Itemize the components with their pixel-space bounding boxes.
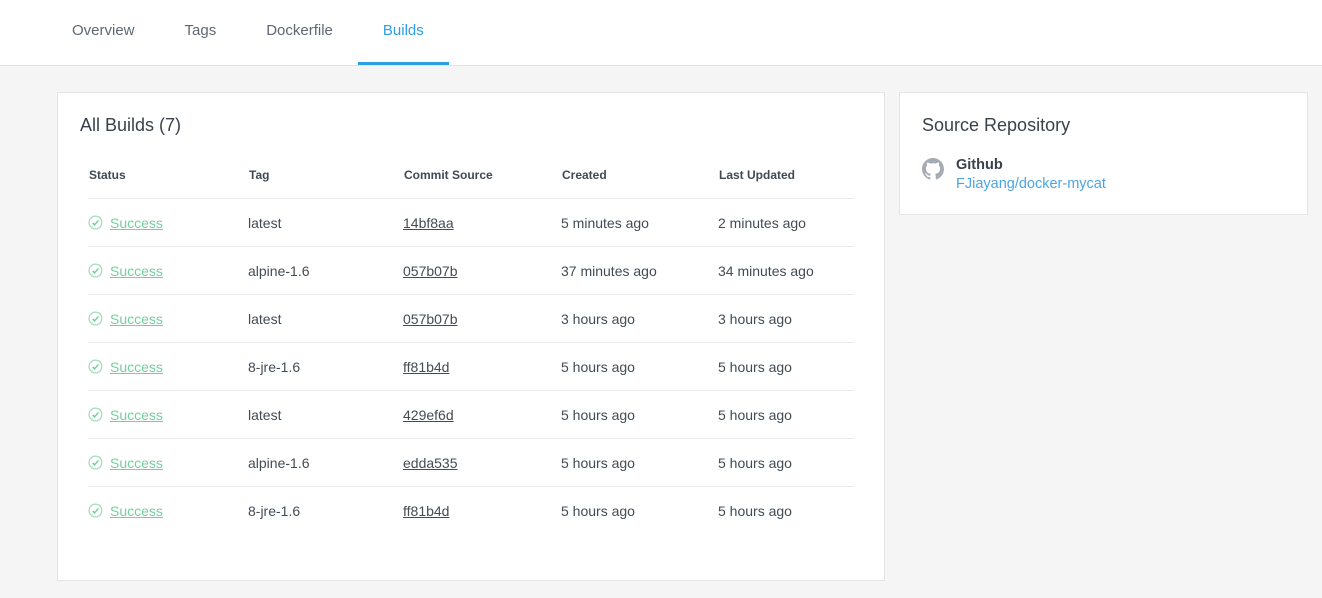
- column-header-status: Status: [88, 168, 248, 199]
- build-tag: alpine-1.6: [248, 246, 403, 295]
- tab-overview[interactable]: Overview: [47, 0, 160, 65]
- repo-info: Github FJiayang/docker-mycat: [956, 157, 1106, 192]
- build-tag: latest: [248, 294, 403, 343]
- commit-link[interactable]: 057b07b: [403, 311, 458, 327]
- table-row: Success latest 429ef6d 5 hours ago 5 hou…: [88, 390, 854, 439]
- column-header-tag: Tag: [248, 168, 403, 199]
- column-header-commit: Commit Source: [403, 168, 561, 199]
- repo-row: Github FJiayang/docker-mycat: [922, 157, 1285, 192]
- build-status-link[interactable]: Success: [110, 503, 163, 519]
- check-circle-icon: [88, 407, 103, 422]
- build-status-link[interactable]: Success: [110, 359, 163, 375]
- build-status-link[interactable]: Success: [110, 455, 163, 471]
- tab-dockerfile[interactable]: Dockerfile: [241, 0, 358, 65]
- commit-link[interactable]: ff81b4d: [403, 503, 449, 519]
- table-row: Success alpine-1.6 057b07b 37 minutes ag…: [88, 246, 854, 295]
- build-status-link[interactable]: Success: [110, 215, 163, 231]
- build-tag: 8-jre-1.6: [248, 502, 301, 519]
- check-circle-icon: [88, 503, 103, 518]
- build-updated: 5 hours ago: [718, 502, 792, 519]
- build-updated: 5 hours ago: [718, 342, 854, 391]
- build-created: 5 hours ago: [561, 342, 718, 391]
- build-updated: 3 hours ago: [718, 294, 854, 343]
- source-repository-title: Source Repository: [922, 115, 1071, 135]
- check-circle-icon: [88, 215, 103, 230]
- check-circle-icon: [88, 455, 103, 470]
- build-status-link[interactable]: Success: [110, 263, 163, 279]
- check-circle-icon: [88, 263, 103, 278]
- build-updated: 5 hours ago: [718, 390, 854, 439]
- commit-link[interactable]: 429ef6d: [403, 407, 454, 423]
- build-created: 5 hours ago: [561, 502, 635, 519]
- build-created: 3 hours ago: [561, 294, 718, 343]
- table-row: Success 8-jre-1.6 ff81b4d 5 hours ago 5 …: [88, 487, 854, 535]
- repo-provider-label: Github: [956, 157, 1003, 173]
- build-status-link[interactable]: Success: [110, 407, 163, 423]
- source-repository-panel: Source Repository Github FJiayang/docker…: [899, 92, 1308, 215]
- build-created: 5 minutes ago: [561, 198, 718, 247]
- page-content: All Builds (7) Status Tag Commit Source …: [0, 66, 1322, 581]
- build-created: 5 hours ago: [561, 390, 718, 439]
- build-tag: 8-jre-1.6: [248, 342, 403, 391]
- table-row: Success 8-jre-1.6 ff81b4d 5 hours ago 5 …: [88, 342, 854, 391]
- all-builds-panel: All Builds (7) Status Tag Commit Source …: [57, 92, 885, 581]
- table-row: Success latest 14bf8aa 5 minutes ago 2 m…: [88, 198, 854, 247]
- tab-bar: Overview Tags Dockerfile Builds: [0, 0, 1322, 66]
- commit-link[interactable]: edda535: [403, 455, 458, 471]
- repo-link[interactable]: FJiayang/docker-mycat: [956, 176, 1106, 192]
- table-row: Success alpine-1.6 edda535 5 hours ago 5…: [88, 438, 854, 487]
- check-circle-icon: [88, 359, 103, 374]
- build-created: 5 hours ago: [561, 438, 718, 487]
- tab-builds[interactable]: Builds: [357, 0, 449, 65]
- table-row: Success latest 057b07b 3 hours ago 3 hou…: [88, 294, 854, 343]
- build-status-link[interactable]: Success: [110, 311, 163, 327]
- build-updated: 5 hours ago: [718, 438, 854, 487]
- builds-table: Status Tag Commit Source Created Last Up…: [88, 168, 854, 535]
- build-updated: 2 minutes ago: [718, 198, 854, 247]
- commit-link[interactable]: 057b07b: [403, 263, 458, 279]
- build-created: 37 minutes ago: [561, 246, 718, 295]
- build-tag: latest: [248, 198, 403, 247]
- github-icon: [922, 158, 944, 180]
- build-updated: 34 minutes ago: [718, 246, 854, 295]
- build-tag: latest: [248, 390, 403, 439]
- commit-link[interactable]: ff81b4d: [403, 359, 449, 375]
- check-circle-icon: [88, 311, 103, 326]
- tab-tags[interactable]: Tags: [160, 0, 242, 65]
- column-header-updated: Last Updated: [718, 168, 854, 199]
- panel-title: All Builds (7): [80, 115, 182, 135]
- column-header-created: Created: [561, 168, 718, 199]
- table-header-row: Status Tag Commit Source Created Last Up…: [88, 168, 854, 199]
- commit-link[interactable]: 14bf8aa: [403, 215, 454, 231]
- build-tag: alpine-1.6: [248, 438, 403, 487]
